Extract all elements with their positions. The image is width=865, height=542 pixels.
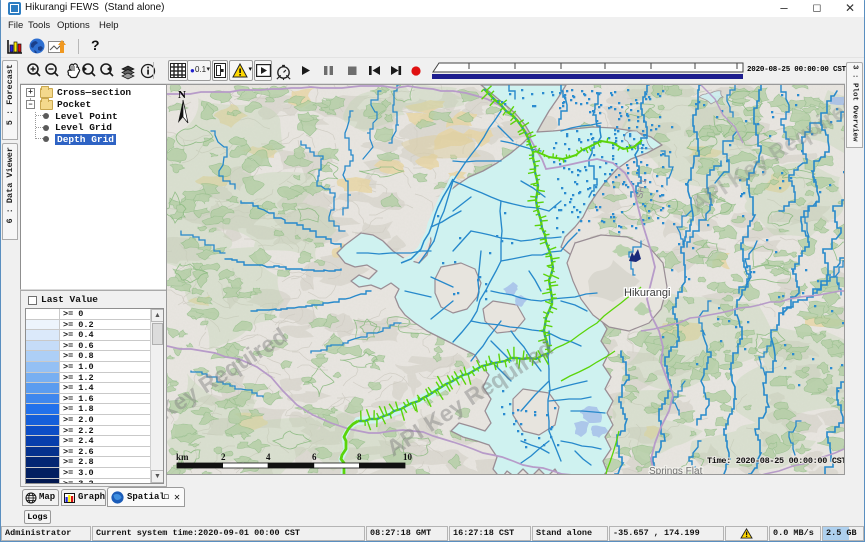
svg-text:Time: 2020-08-25 00:00:00 CST: Time: 2020-08-25 00:00:00 CST <box>707 456 845 466</box>
svg-text:N: N <box>178 89 186 101</box>
svg-text:Hikurangi: Hikurangi <box>624 287 670 299</box>
svg-text:Springs Flat: Springs Flat <box>649 466 703 475</box>
svg-text:2: 2 <box>221 452 226 462</box>
svg-text:8: 8 <box>357 452 362 462</box>
svg-text:6: 6 <box>312 452 317 462</box>
svg-text:km: km <box>176 452 189 462</box>
svg-text:4: 4 <box>266 452 271 462</box>
svg-text:10: 10 <box>403 452 413 462</box>
